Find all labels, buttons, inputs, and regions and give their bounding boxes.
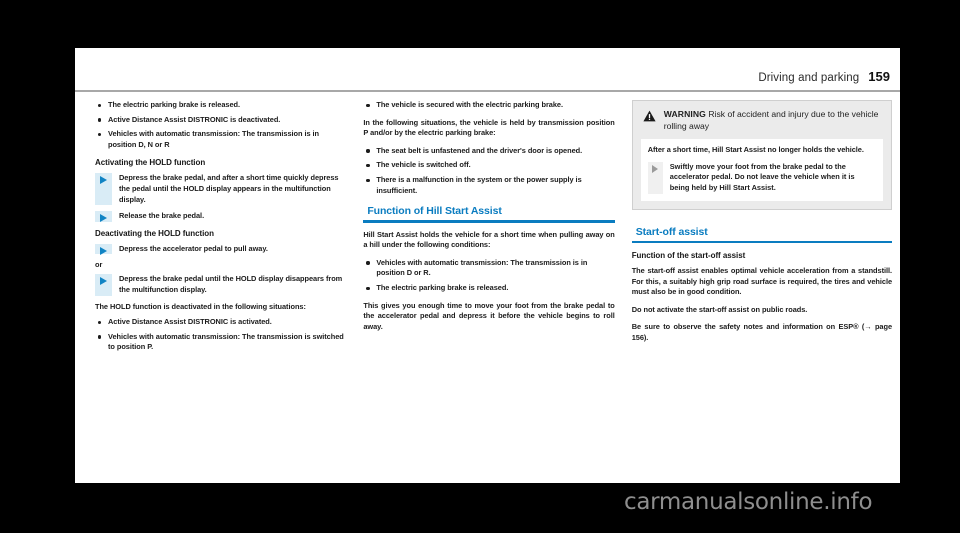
header-section-title: Driving and parking (758, 72, 860, 84)
warning-body-text: After a short time, Hill Start Assist no… (647, 145, 864, 155)
start-off-assist-paragraph-2: Do not activate the start-off assist on … (631, 304, 808, 314)
list-item: The electric parking brake is released. (95, 100, 346, 111)
instruction-step: Release the brake pedal. (95, 211, 346, 222)
deactivation-list: Active Distance Assist DISTRONIC is acti… (95, 317, 346, 353)
deactivating-hold-heading: Deactivating the HOLD function (95, 228, 214, 238)
warning-label: WARNING (663, 109, 706, 119)
warning-triangle-icon (643, 110, 656, 122)
column-2: The vehicle is secured with the electric… (363, 100, 615, 478)
site-watermark: carmanualsonline.info (624, 489, 873, 515)
manual-page: Driving and parking 159 The electric par… (75, 48, 900, 483)
step-arrow-icon (95, 211, 112, 222)
step-text: Depress the brake pedal, and after a sho… (119, 173, 339, 204)
warning-box: WARNING Risk of accident and injury due … (631, 100, 893, 210)
step-text: Depress the brake pedal until the HOLD d… (119, 274, 343, 294)
or-separator: or (95, 260, 103, 270)
warning-title: WARNING Risk of accident and injury due … (664, 109, 881, 132)
warning-body: After a short time, Hill Start Assist no… (640, 139, 884, 201)
start-off-assist-paragraph-1: The start-off assist enables optimal veh… (631, 265, 893, 297)
list-item: The seat belt is unfastened and the driv… (363, 146, 614, 157)
header-divider (75, 90, 900, 92)
step-arrow-icon (647, 161, 663, 194)
column-3: WARNING Risk of accident and injury due … (631, 100, 893, 478)
step-arrow-icon (95, 243, 112, 255)
held-situations-list: The seat belt is unfastened and the driv… (363, 146, 614, 196)
hsa-conditions-list: Vehicles with automatic transmission: Th… (363, 258, 614, 294)
list-item: There is a malfunction in the system or … (363, 175, 614, 196)
instruction-step: Depress the brake pedal, and after a sho… (95, 173, 346, 206)
hsa-intro: Hill Start Assist holds the vehicle for … (363, 229, 615, 250)
list-item: Active Distance Assist DISTRONIC is deac… (95, 115, 346, 126)
deactivation-intro: The HOLD function is deactivated in the … (95, 301, 306, 311)
list-item: The electric parking brake is released. (363, 283, 614, 294)
step-arrow-icon (95, 274, 112, 296)
section-rule (363, 220, 615, 223)
start-off-assist-paragraph-3: Be sure to observe the safety notes and … (631, 322, 893, 342)
start-off-assist-subheading: Function of the start-off assist (631, 250, 746, 260)
header-inner: Driving and parking 159 (758, 69, 890, 84)
list-item: The vehicle is switched off. (363, 160, 614, 171)
list-item: Vehicles with automatic transmission: Th… (363, 258, 614, 279)
step-text: Release the brake pedal. (119, 211, 205, 221)
section-heading-hill-start-assist: Function of Hill Start Assist (367, 205, 502, 218)
secured-list: The vehicle is secured with the electric… (363, 100, 614, 111)
list-item: Vehicles with automatic transmission: Th… (95, 332, 346, 353)
warning-instruction-step: Swiftly move your foot from the brake pe… (647, 161, 876, 194)
hold-conditions-list: The electric parking brake is released. … (95, 100, 346, 150)
screenshot-root: Driving and parking 159 The electric par… (0, 0, 960, 533)
hsa-outro: This gives you enough time to move your … (363, 300, 615, 331)
step-arrow-icon (95, 173, 112, 206)
instruction-step: Depress the brake pedal until the HOLD d… (95, 274, 346, 296)
step-text: Depress the accelerator pedal to pull aw… (119, 243, 268, 253)
list-item: Active Distance Assist DISTRONIC is acti… (95, 317, 346, 328)
header-page-number: 159 (868, 69, 890, 84)
instruction-step: Depress the accelerator pedal to pull aw… (95, 243, 346, 255)
section-heading-start-off-assist: Start-off assist (635, 225, 708, 238)
column-1: The electric parking brake is released. … (95, 100, 346, 478)
step-text: Swiftly move your foot from the brake pe… (669, 161, 855, 192)
list-item: The vehicle is secured with the electric… (363, 100, 614, 111)
held-intro: In the following situations, the vehicle… (363, 117, 615, 138)
warning-header: WARNING Risk of accident and injury due … (641, 108, 883, 139)
list-item: Vehicles with automatic transmission: Th… (95, 129, 346, 150)
page-header: Driving and parking 159 (75, 48, 900, 90)
activating-hold-heading: Activating the HOLD function (95, 158, 206, 168)
column-container: The electric parking brake is released. … (75, 100, 900, 478)
section-rule (631, 240, 893, 243)
